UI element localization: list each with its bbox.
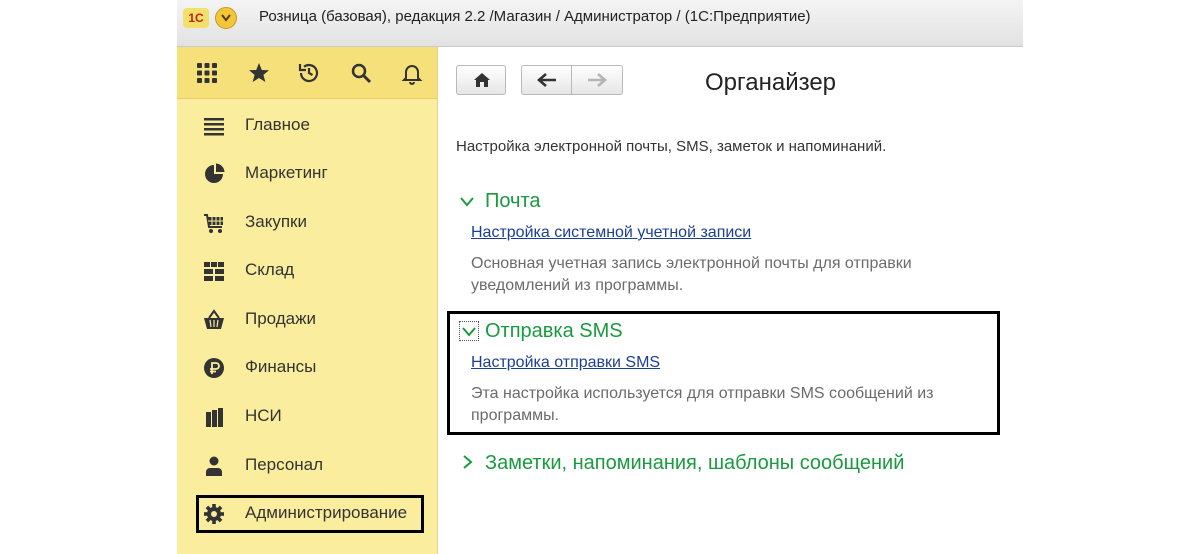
sidebar-item-label: Персонал [245, 455, 324, 474]
home-icon [474, 73, 490, 87]
sidebar-item-marketing[interactable]: Маркетинг [177, 153, 437, 193]
history-icon[interactable] [297, 61, 321, 85]
section-title-sms[interactable]: Отправка SMS [485, 320, 623, 343]
sidebar-item-label: Главное [245, 115, 310, 134]
mail-section-note: Основная учетная запись электронной почт… [471, 255, 912, 294]
main-menu-button[interactable] [215, 7, 237, 29]
basket-icon [204, 309, 224, 329]
page-title: Органайзер [705, 69, 837, 96]
arrow-right-icon [588, 73, 607, 87]
window-title: Розница (базовая), редакция 2.2 /Магазин… [259, 8, 811, 25]
sms-section-note: Эта настройка используется для отправки … [471, 385, 934, 424]
sidebar-item-personal[interactable]: Персонал [177, 445, 437, 485]
chevron-down-icon[interactable] [461, 326, 477, 338]
bell-icon[interactable] [400, 61, 424, 85]
search-icon[interactable] [349, 61, 373, 85]
sms-settings-link[interactable]: Настройка отправки SMS [471, 354, 660, 372]
menu-lines-icon [204, 118, 224, 136]
person-icon [206, 456, 222, 476]
page-description: Настройка электронной почты, SMS, замето… [456, 138, 887, 155]
star-icon[interactable] [247, 61, 271, 85]
gear-icon [204, 504, 224, 524]
sidebar-item-label: Продажи [245, 309, 316, 328]
ruble-coin-icon [204, 358, 224, 378]
forward-button[interactable] [571, 65, 623, 95]
chevron-right-icon[interactable] [462, 454, 474, 470]
sidebar-item-label: Закупки [245, 212, 307, 231]
sidebar-item-label: Администрирование [245, 503, 408, 522]
sidebar-item-prodazhi[interactable]: Продажи [177, 299, 437, 339]
sidebar-item-nsi[interactable]: НСИ [177, 396, 437, 436]
sections-panel: Главное Маркетинг Закупки Склад Продажи … [177, 47, 438, 554]
sidebar-item-label: Маркетинг [245, 163, 328, 182]
section-title-notes[interactable]: Заметки, напоминания, шаблоны сообщений [485, 452, 904, 475]
sidebar-item-glavnoe[interactable]: Главное [177, 105, 437, 145]
arrow-left-icon [537, 73, 556, 87]
sidebar-item-label: Склад [245, 260, 295, 279]
warehouse-grid-icon [204, 262, 224, 281]
apps-grid-icon[interactable] [195, 61, 219, 85]
app-window: 1С Розница (базовая), редакция 2.2 /Мага… [177, 0, 1023, 554]
sidebar-item-sklad[interactable]: Склад [177, 250, 437, 290]
chevron-down-icon [221, 14, 231, 22]
sidebar-item-administrirovanie[interactable]: Администрирование [177, 495, 437, 535]
pie-chart-icon [205, 163, 225, 183]
content-area: Органайзер Настройка электронной почты, … [438, 47, 1023, 554]
title-bar: 1С Розница (базовая), редакция 2.2 /Мага… [177, 0, 1023, 47]
sidebar-toolbar [177, 47, 437, 99]
chevron-down-icon[interactable] [459, 196, 475, 208]
app-logo: 1С [183, 8, 209, 28]
books-icon [206, 408, 223, 427]
sidebar-item-label: Финансы [245, 357, 317, 376]
back-button[interactable] [521, 65, 572, 95]
cart-icon [204, 214, 223, 233]
sidebar-item-zakupki[interactable]: Закупки [177, 202, 437, 242]
home-button[interactable] [456, 65, 506, 95]
mail-account-settings-link[interactable]: Настройка системной учетной записи [471, 224, 751, 242]
section-title-mail[interactable]: Почта [485, 190, 541, 213]
sidebar-item-label: НСИ [245, 406, 282, 425]
sidebar-item-finansy[interactable]: Финансы [177, 347, 437, 387]
